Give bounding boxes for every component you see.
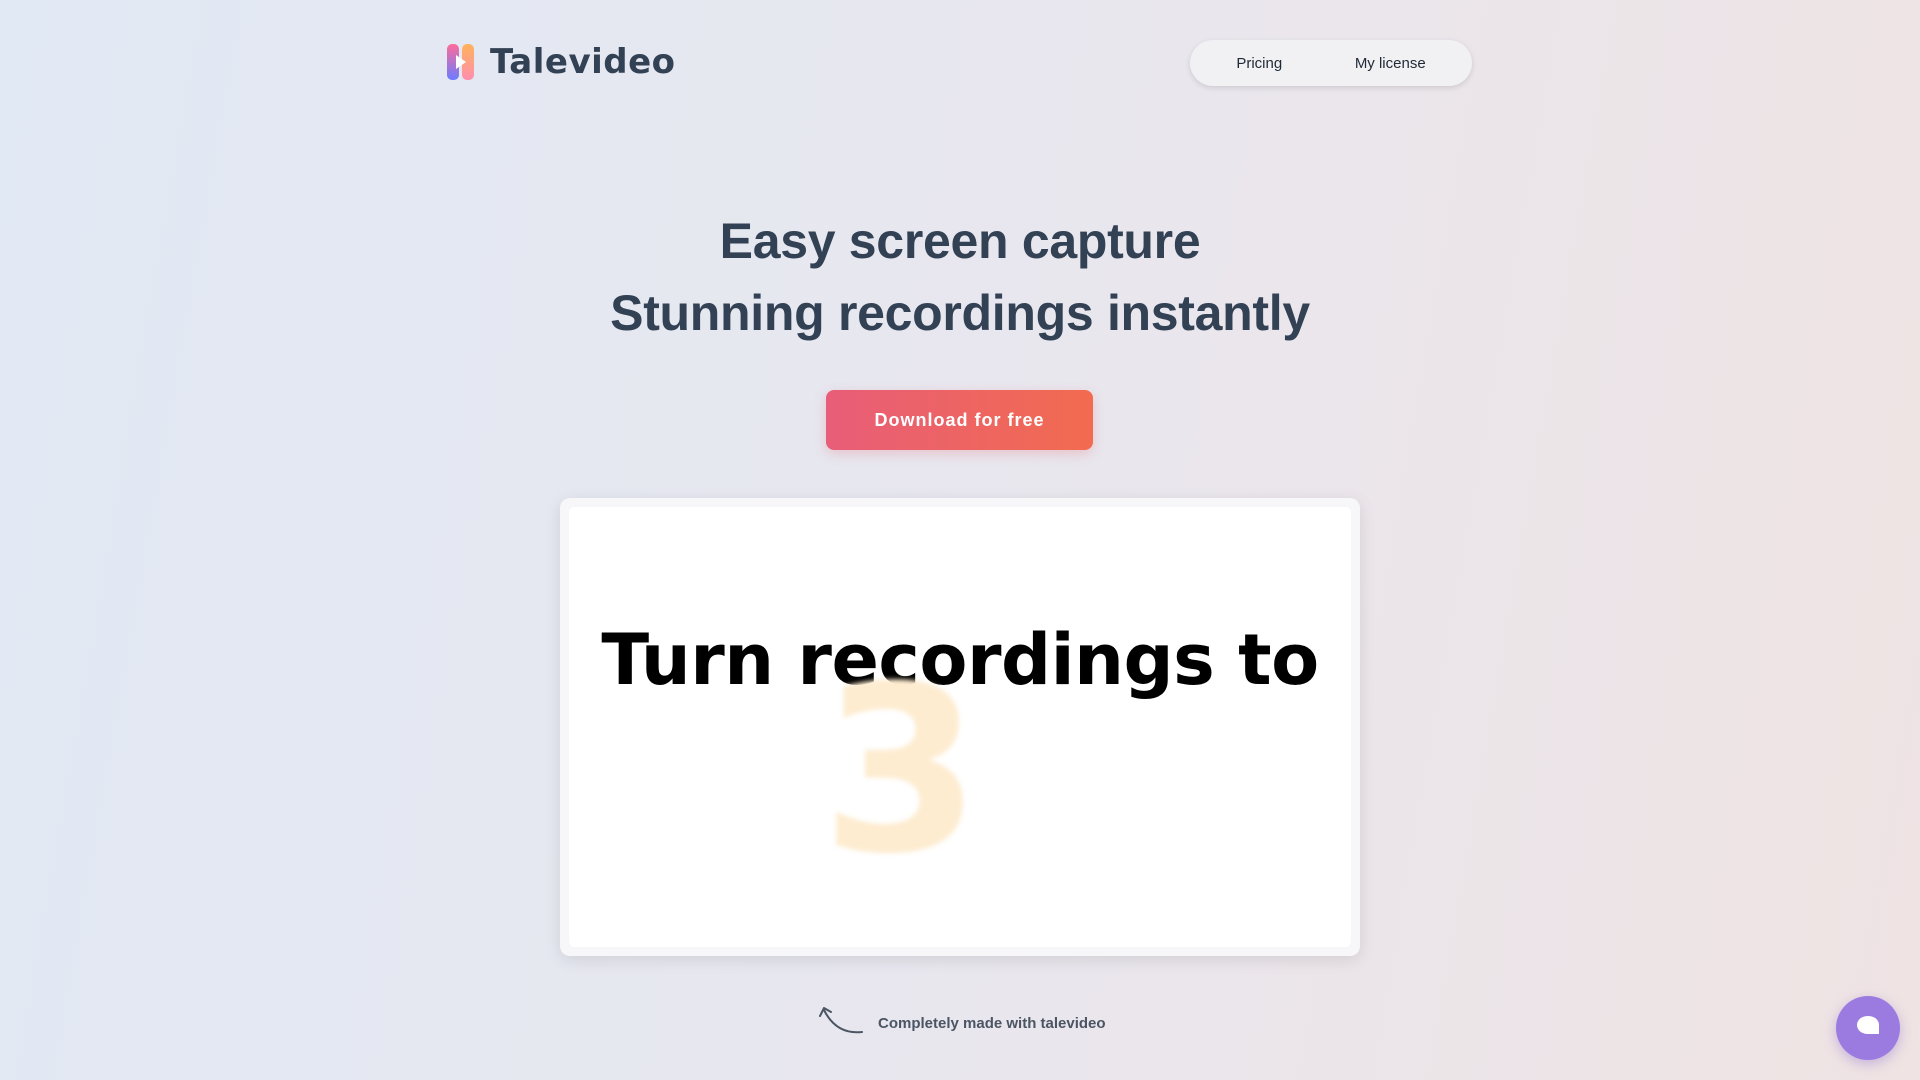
brand-name: Talevideo (490, 42, 676, 82)
talevideo-logo-icon (446, 42, 476, 82)
curved-arrow-icon (818, 1004, 866, 1043)
video-caption: Completely made with talevideo (818, 1004, 1106, 1043)
nav-my-license-link[interactable]: My license (1341, 49, 1440, 78)
video-countdown-number: 3 (821, 638, 982, 905)
chat-button[interactable] (1836, 996, 1900, 1060)
chat-bubble-icon (1855, 1014, 1881, 1043)
video-preview[interactable]: Turn recordings to 3 (560, 498, 1360, 956)
hero-title-line-1: Easy screen capture (719, 213, 1201, 269)
caption-text: Completely made with talevideo (878, 1015, 1106, 1032)
hero-title-line-2: Stunning recordings instantly (610, 285, 1310, 341)
nav-pricing-link[interactable]: Pricing (1222, 49, 1296, 78)
download-button[interactable]: Download for free (826, 390, 1093, 450)
top-nav: Pricing My license (1190, 40, 1472, 86)
brand-logo[interactable]: Talevideo (446, 42, 676, 82)
video-canvas: Turn recordings to 3 (569, 507, 1351, 947)
